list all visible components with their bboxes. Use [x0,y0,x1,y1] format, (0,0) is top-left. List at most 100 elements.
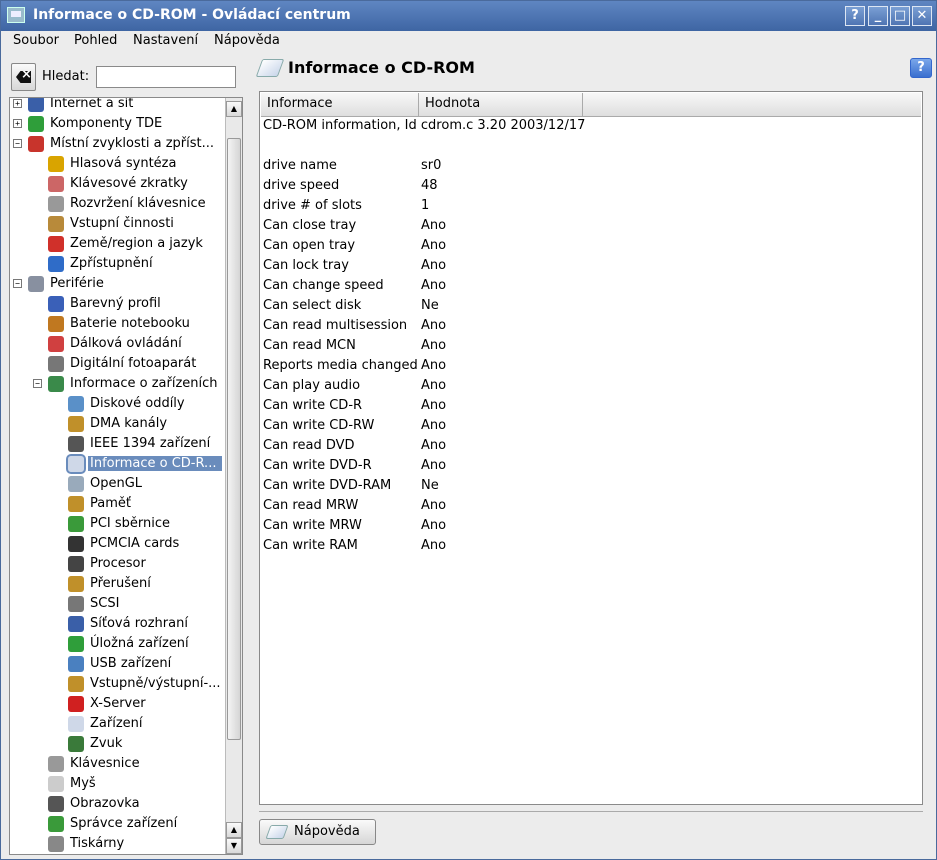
list-item[interactable]: Can lock tray Ano [260,258,922,278]
scroll-up-arrow-icon[interactable]: ▲ [226,822,242,838]
tree-item[interactable]: Země/region a jazyk [10,234,225,254]
tree-item-label: Internet a síť [50,97,134,111]
tree-item[interactable]: USB zařízení [10,654,225,674]
scrollbar-thumb[interactable] [227,138,241,740]
scroll-up-arrow-icon[interactable]: ▲ [226,101,242,117]
tree-item[interactable]: Paměť [10,494,225,514]
tree-item[interactable]: Přerušení [10,574,225,594]
list-item[interactable]: Can read multisession Ano [260,318,922,338]
clear-search-button[interactable] [11,63,36,91]
tree-item[interactable]: Správce zařízení [10,814,225,834]
collapse-icon[interactable]: − [13,279,22,288]
tree-item[interactable]: Rozvržení klávesnice [10,194,225,214]
tree-item-label: USB zařízení [90,656,172,671]
list-item[interactable]: Can write DVD-R Ano [260,458,922,478]
help-button[interactable]: Nápověda [259,819,376,845]
panel-splitter[interactable] [247,97,253,855]
tree-item-label: Klávesové zkratky [70,176,188,191]
tree-item[interactable]: Síťová rozhraní [10,614,225,634]
remote-icon [48,336,64,352]
menu-napoveda[interactable]: Nápověda [214,33,280,48]
tree-scrollbar[interactable]: ▲ ▲ ▼ [225,98,242,854]
minimize-button[interactable]: _ [868,6,888,26]
scroll-down-arrow-icon[interactable]: ▼ [226,838,242,854]
context-help-button[interactable]: ? [845,6,865,26]
list-item[interactable]: drive speed 48 [260,178,922,198]
menu-soubor[interactable]: Soubor [13,33,59,48]
tree-item[interactable]: X-Server [10,694,225,714]
list-item[interactable]: Can read MCN Ano [260,338,922,358]
list-item[interactable]: drive # of slots 1 [260,198,922,218]
tree-item[interactable]: Digitální fotoaparát [10,354,225,374]
list-item[interactable]: Can write CD-RW Ano [260,418,922,438]
list-item[interactable]: Can write DVD-RAM Ne [260,478,922,498]
tree-item[interactable]: OpenGL [10,474,225,494]
list-item[interactable]: Can play audio Ano [260,378,922,398]
list-item[interactable]: Can read MRW Ano [260,498,922,518]
collapse-icon[interactable]: − [13,139,22,148]
list-item[interactable]: drive name sr0 [260,158,922,178]
tree-item[interactable]: − Místní zvyklosti a zpříst... [10,134,225,154]
tree-item[interactable]: Barevný profil [10,294,225,314]
tree-item[interactable]: + Komponenty TDE [10,114,225,134]
list-item[interactable]: Can write CD-R Ano [260,398,922,418]
tree-item-label: Periférie [50,276,104,291]
tree-item[interactable]: Obrazovka [10,794,225,814]
tree-item[interactable]: IEEE 1394 zařízení [10,434,225,454]
column-header-informace[interactable]: Informace [261,93,419,117]
storage-icon [68,636,84,652]
info-list[interactable]: Informace Hodnota CD-ROM information, Id… [259,91,923,805]
module-tree[interactable]: + Internet a síť + Komponenty TDE − Místní zv… [9,97,243,855]
tree-item[interactable]: Vstupní činnosti [10,214,225,234]
tree-item[interactable]: Zařízení [10,714,225,734]
column-header-hodnota[interactable]: Hodnota [419,93,583,117]
tree-item[interactable]: SCSI [10,594,225,614]
tree-item[interactable]: DMA kanály [10,414,225,434]
help-icon[interactable]: ? [910,58,932,78]
tree-item[interactable]: PCMCIA cards [10,534,225,554]
tree-item[interactable]: Klávesové zkratky [10,174,225,194]
cpu-icon [68,556,84,572]
collapse-icon[interactable]: − [33,379,42,388]
tree-item[interactable]: Diskové oddíly [10,394,225,414]
search-input[interactable] [96,66,236,88]
list-item[interactable]: Can close tray Ano [260,218,922,238]
list-item[interactable]: Can write RAM Ano [260,538,922,558]
tree-item[interactable]: Procesor [10,554,225,574]
tree-item[interactable]: Klávesnice [10,754,225,774]
info-key: Can play audio [263,378,361,393]
tree-item[interactable]: Dálková ovládání [10,334,225,354]
tree-item[interactable]: Baterie notebooku [10,314,225,334]
tree-item[interactable]: Úložná zařízení [10,634,225,654]
info-key: Can select disk [263,298,362,313]
pcmcia-icon [68,536,84,552]
tree-item[interactable]: PCI sběrnice [10,514,225,534]
list-item[interactable]: Can change speed Ano [260,278,922,298]
expand-icon[interactable]: + [13,99,22,108]
list-item[interactable]: CD-ROM information, Id cdrom.c 3.20 2003… [260,118,922,138]
tree-item[interactable]: Vstupně/výstupní-... [10,674,225,694]
tree-item[interactable]: Myš [10,774,225,794]
title-bar[interactable]: Informace o CD-ROM - Ovládací centrum ? … [1,1,936,31]
tree-item[interactable]: + Internet a síť [10,97,225,114]
tree-item[interactable]: − Periférie [10,274,225,294]
tree-item[interactable]: Zpřístupnění [10,254,225,274]
tree-item[interactable]: Hlasová syntéza [10,154,225,174]
expand-icon[interactable]: + [13,119,22,128]
info-key: Can write DVD-RAM [263,478,392,493]
close-button[interactable]: ✕ [912,6,932,26]
list-item[interactable]: Can open tray Ano [260,238,922,258]
list-item[interactable]: Can write MRW Ano [260,518,922,538]
list-item[interactable]: Can select disk Ne [260,298,922,318]
menu-pohled[interactable]: Pohled [74,33,117,48]
maximize-button[interactable]: □ [890,6,910,26]
tree-item[interactable]: Informace o CD-R... [10,454,225,474]
speech-icon [48,156,64,172]
list-item[interactable]: Can read DVD Ano [260,438,922,458]
list-item[interactable]: Reports media changed Ano [260,358,922,378]
menu-nastaveni[interactable]: Nastavení [133,33,198,48]
tree-item[interactable]: Tiskárny [10,834,225,854]
tree-item[interactable]: Zvuk [10,734,225,754]
camera-icon [48,356,64,372]
tree-item[interactable]: − Informace o zařízeních [10,374,225,394]
